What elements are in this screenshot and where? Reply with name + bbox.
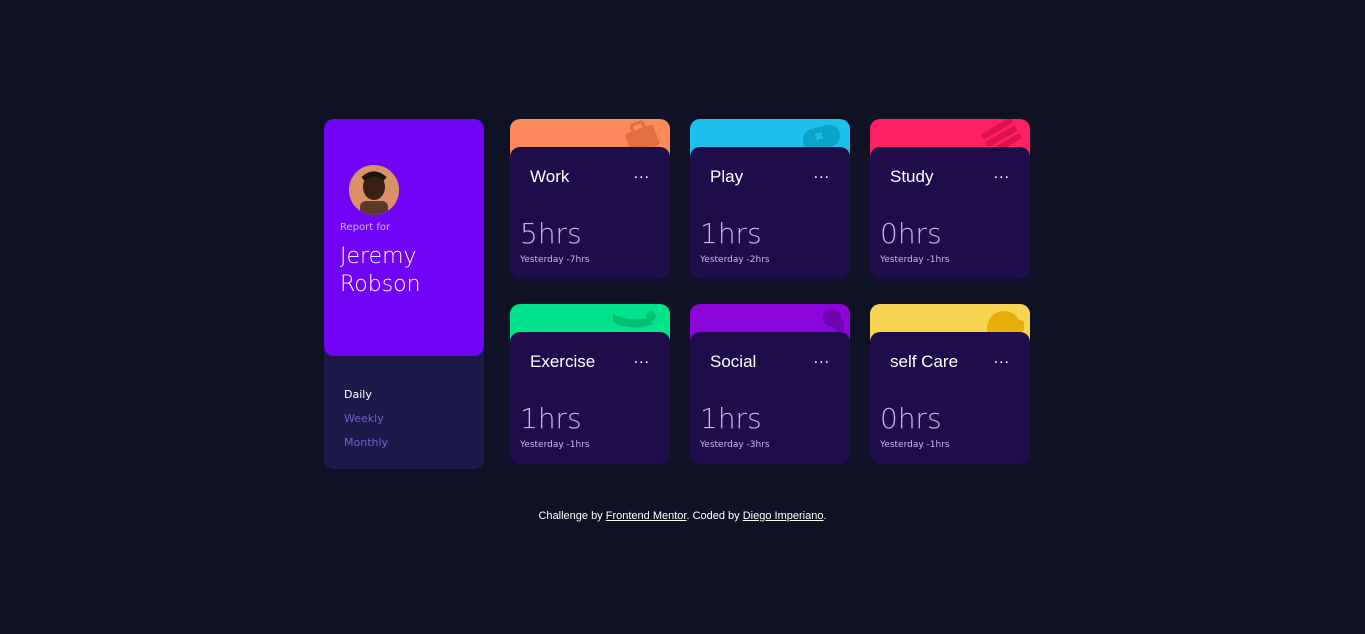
card-body: Study ... 0hrs Yesterday -1hrs [870,147,1030,279]
activity-card-play: Play ... 1hrs Yesterday -2hrs [690,119,850,279]
footer-suffix: . [823,510,827,522]
current-hours: 1hrs [700,217,762,250]
avatar [349,165,399,215]
previous-hours: Yesterday -1hrs [520,440,590,450]
more-options-button[interactable]: ... [994,350,1010,368]
report-for-label: Report for [340,222,391,233]
previous-hours: Yesterday -2hrs [700,255,770,265]
activity-card-study: Study ... 0hrs Yesterday -1hrs [870,119,1030,279]
card-title: Play [710,167,744,186]
card-body: Play ... 1hrs Yesterday -2hrs [690,147,850,279]
activity-card-social: Social ... 1hrs Yesterday -3hrs [690,304,850,464]
card-body: self Care ... 0hrs Yesterday -1hrs [870,332,1030,464]
activity-card-exercise: Exercise ... 1hrs Yesterday -1hrs [510,304,670,464]
card-title: Social [710,352,757,371]
current-hours: 1hrs [520,402,582,435]
period-daily[interactable]: Daily [344,383,388,407]
card-body: Exercise ... 1hrs Yesterday -1hrs [510,332,670,464]
period-weekly[interactable]: Weekly [344,407,388,431]
activity-card-self-care: self Care ... 0hrs Yesterday -1hrs [870,304,1030,464]
card-title: Work [530,167,570,186]
author-link[interactable]: Diego Imperiano [743,510,824,522]
frontend-mentor-link[interactable]: Frontend Mentor [606,510,687,522]
more-options-button[interactable]: ... [814,165,830,183]
card-title: Study [890,167,934,186]
period-selector: Daily Weekly Monthly [344,383,388,455]
card-title: self Care [890,352,959,371]
more-options-button[interactable]: ... [634,165,650,183]
current-hours: 1hrs [700,402,762,435]
more-options-button[interactable]: ... [634,350,650,368]
card-body: Social ... 1hrs Yesterday -3hrs [690,332,850,464]
footer-prefix: Challenge by [538,510,606,522]
current-hours: 5hrs [520,217,582,250]
dashboard: Report for Jeremy Robson Daily Weekly Mo… [324,119,1030,469]
more-options-button[interactable]: ... [814,350,830,368]
user-name: Jeremy Robson [340,244,421,297]
current-hours: 0hrs [880,402,942,435]
current-hours: 0hrs [880,217,942,250]
previous-hours: Yesterday -3hrs [700,440,770,450]
card-body: Work ... 5hrs Yesterday -7hrs [510,147,670,279]
previous-hours: Yesterday -7hrs [520,255,590,265]
activity-card-work: Work ... 5hrs Yesterday -7hrs [510,119,670,279]
profile-card: Report for Jeremy Robson Daily Weekly Mo… [324,119,484,469]
footer-attribution: Challenge by Frontend Mentor. Coded by D… [0,510,1365,522]
card-title: Exercise [530,352,596,371]
more-options-button[interactable]: ... [994,165,1010,183]
profile-header: Report for Jeremy Robson [324,119,484,356]
previous-hours: Yesterday -1hrs [880,440,950,450]
period-monthly[interactable]: Monthly [344,431,388,455]
footer-middle: . Coded by [686,510,743,522]
previous-hours: Yesterday -1hrs [880,255,950,265]
